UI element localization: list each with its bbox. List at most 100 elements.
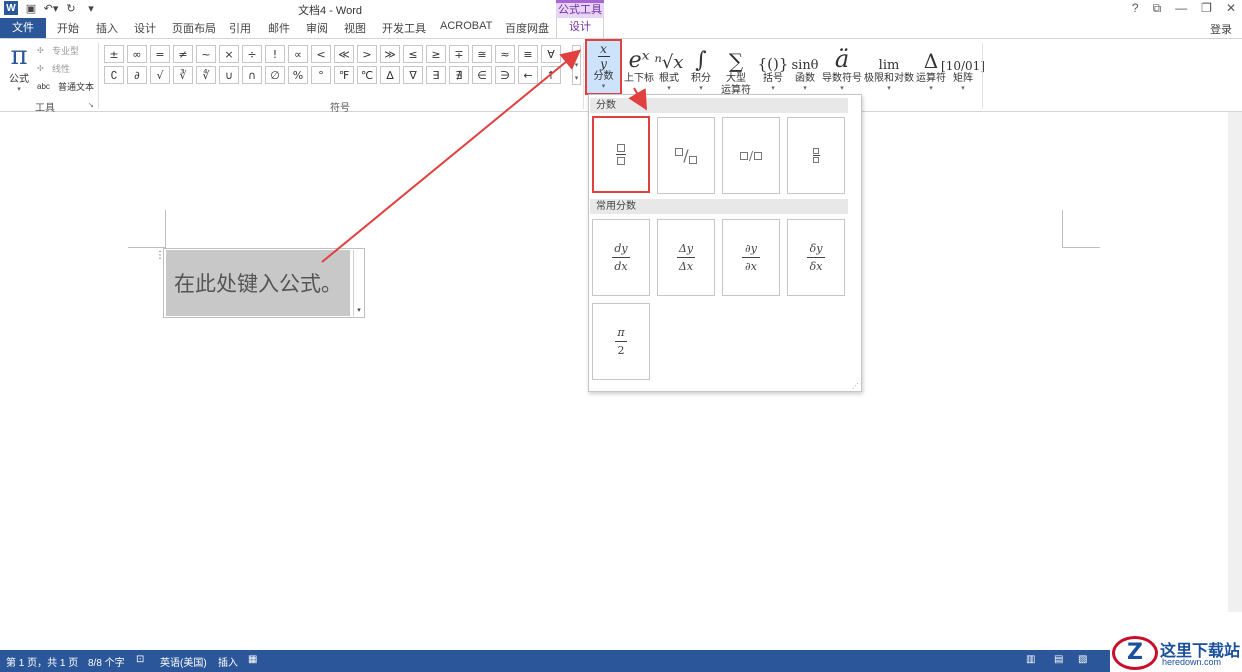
- fraction-dy-dx-option[interactable]: dy dx: [592, 219, 650, 296]
- equation-move-handle-icon[interactable]: ⋮: [155, 250, 165, 261]
- symbol-button[interactable]: ÷: [242, 45, 262, 63]
- symbol-button[interactable]: ≡: [518, 45, 538, 63]
- symbol-button[interactable]: ℉: [334, 66, 354, 84]
- plain-text-button[interactable]: abc 普通文本: [37, 80, 94, 93]
- tab-developer[interactable]: 开发工具: [382, 20, 426, 36]
- limit-log-button[interactable]: lim 极限和对数 ▾: [864, 41, 914, 93]
- resize-grip-icon[interactable]: ⋰: [852, 382, 859, 390]
- formula-button[interactable]: π 公式 ▾: [4, 42, 34, 93]
- language[interactable]: 英语(美国): [160, 654, 207, 669]
- print-layout-icon[interactable]: ▤: [1054, 654, 1063, 665]
- fraction-pi-over-2-option[interactable]: π2: [592, 303, 650, 380]
- symbol-button[interactable]: ↑: [541, 66, 561, 84]
- equation-input[interactable]: 在此处键入公式。: [166, 250, 350, 316]
- symbol-button[interactable]: ∃: [426, 66, 446, 84]
- symbol-button[interactable]: ∛: [173, 66, 193, 84]
- symbol-button[interactable]: ∁: [104, 66, 124, 84]
- radical-button[interactable]: ⁿ√x 根式 ▾: [655, 41, 684, 93]
- symbol-button[interactable]: ∇: [403, 66, 423, 84]
- tab-baidu-netdisk[interactable]: 百度网盘: [505, 20, 549, 36]
- script-button[interactable]: eˣ 上下标: [622, 41, 656, 85]
- symbol-button[interactable]: !: [265, 45, 285, 63]
- fraction-delta-y-delta-x-option[interactable]: Δy Δx: [657, 219, 715, 296]
- symbol-button[interactable]: ∀: [541, 45, 561, 63]
- symbol-button[interactable]: ∞: [127, 45, 147, 63]
- web-layout-icon[interactable]: ▧: [1078, 654, 1087, 665]
- tab-references[interactable]: 引用: [229, 20, 251, 36]
- symbol-button[interactable]: ∆: [380, 66, 400, 84]
- symbol-button[interactable]: ≫: [380, 45, 400, 63]
- symbol-button[interactable]: ≈: [495, 45, 515, 63]
- symbol-button[interactable]: >: [357, 45, 377, 63]
- symbol-button[interactable]: ℃: [357, 66, 377, 84]
- symbol-button[interactable]: ←: [518, 66, 538, 84]
- fraction-small-delta-option[interactable]: δy δx: [787, 219, 845, 296]
- symbol-button[interactable]: ∜: [196, 66, 216, 84]
- symbol-button[interactable]: ∓: [449, 45, 469, 63]
- accent-button[interactable]: ä 导数符号 ▾: [821, 41, 863, 93]
- symbol-button[interactable]: ~: [196, 45, 216, 63]
- page-count[interactable]: 第 1 页，共 1 页: [6, 654, 78, 669]
- proofing-icon[interactable]: ⊡: [136, 654, 144, 665]
- tab-design-doc[interactable]: 设计: [134, 20, 156, 36]
- symbol-button[interactable]: ∋: [495, 66, 515, 84]
- symbol-button[interactable]: ×: [219, 45, 239, 63]
- scroll-down-icon[interactable]: ▾: [575, 61, 579, 69]
- symbol-button[interactable]: °: [311, 66, 331, 84]
- integral-button[interactable]: ∫ 积分 ▾: [688, 41, 714, 93]
- symbol-button[interactable]: ≤: [403, 45, 423, 63]
- more-icon[interactable]: ▾: [575, 74, 579, 82]
- tab-home[interactable]: 开始: [57, 20, 79, 36]
- word-count[interactable]: 8/8 个字: [88, 654, 125, 669]
- symbol-button[interactable]: ∅: [265, 66, 285, 84]
- restore-icon[interactable]: ❐: [1201, 1, 1212, 16]
- tab-acrobat[interactable]: ACROBAT: [440, 20, 492, 32]
- large-operator-button[interactable]: ∑ 大型 运算符: [716, 41, 756, 97]
- symbol-button[interactable]: √: [150, 66, 170, 84]
- symbol-button[interactable]: <: [311, 45, 331, 63]
- close-icon[interactable]: ✕: [1226, 1, 1236, 16]
- login-link[interactable]: 登录: [1210, 21, 1232, 37]
- symbol-button[interactable]: ≥: [426, 45, 446, 63]
- help-icon[interactable]: ?: [1132, 1, 1139, 16]
- equation-options-icon[interactable]: ▾: [353, 250, 364, 316]
- tab-review[interactable]: 审阅: [306, 20, 328, 36]
- bracket-button[interactable]: {()} 括号 ▾: [758, 41, 789, 93]
- symbol-button[interactable]: ≅: [472, 45, 492, 63]
- small-fraction-option[interactable]: [787, 117, 845, 194]
- vertical-scrollbar[interactable]: [1228, 112, 1242, 612]
- skewed-fraction-option[interactable]: /: [657, 117, 715, 194]
- professional-button[interactable]: ✣ 专业型: [37, 44, 79, 57]
- tab-mailings[interactable]: 邮件: [268, 20, 290, 36]
- insert-mode[interactable]: 插入: [218, 654, 238, 669]
- linear-button[interactable]: ✣ 线性: [37, 62, 70, 75]
- tab-page-layout[interactable]: 页面布局: [172, 20, 216, 36]
- symbols-scroll[interactable]: ▴ ▾ ▾: [572, 45, 581, 85]
- symbol-button[interactable]: ∈: [472, 66, 492, 84]
- symbol-button[interactable]: ∪: [219, 66, 239, 84]
- symbol-button[interactable]: ≠: [173, 45, 193, 63]
- symbol-button[interactable]: ∩: [242, 66, 262, 84]
- symbol-button[interactable]: ∄: [449, 66, 469, 84]
- matrix-button[interactable]: [10/01] 矩阵 ▾: [941, 41, 985, 93]
- stacked-fraction-option[interactable]: [592, 116, 650, 193]
- dialog-launcher-icon[interactable]: ↘: [88, 101, 94, 109]
- tab-view[interactable]: 视图: [344, 20, 366, 36]
- function-button[interactable]: sinθ 函数 ▾: [790, 41, 820, 93]
- tab-file[interactable]: 文件: [0, 18, 46, 38]
- symbol-button[interactable]: ≪: [334, 45, 354, 63]
- fraction-button[interactable]: x y 分数 ▾: [585, 39, 622, 95]
- minimize-icon[interactable]: —: [1175, 1, 1187, 16]
- tab-equation-design[interactable]: 设计: [556, 18, 604, 38]
- ribbon-display-icon[interactable]: ⧉: [1153, 1, 1162, 16]
- symbol-button[interactable]: %: [288, 66, 308, 84]
- symbol-button[interactable]: ±: [104, 45, 124, 63]
- read-mode-icon[interactable]: ▥: [1026, 654, 1035, 665]
- symbol-button[interactable]: =: [150, 45, 170, 63]
- fraction-partial-option[interactable]: ∂y ∂x: [722, 219, 780, 296]
- symbol-button[interactable]: ∝: [288, 45, 308, 63]
- symbol-button[interactable]: ∂: [127, 66, 147, 84]
- macro-record-icon[interactable]: ▦: [248, 654, 257, 665]
- tab-insert[interactable]: 插入: [96, 20, 118, 36]
- linear-fraction-option[interactable]: /: [722, 117, 780, 194]
